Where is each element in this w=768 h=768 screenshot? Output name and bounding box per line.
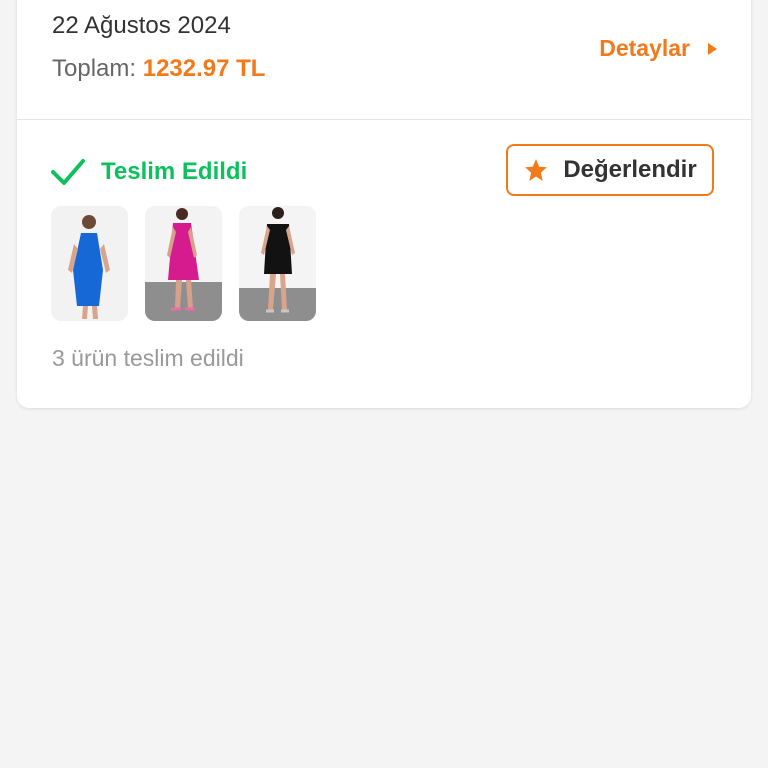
details-link[interactable]: Detaylar [599,35,717,62]
rate-button-label: Değerlendir [563,156,697,183]
order-total: Toplam: 1232.97 TL [52,55,265,83]
caret-right-icon [708,42,717,55]
card-divider [17,119,751,120]
rate-button[interactable]: Değerlendir [506,144,714,196]
product-thumbnail-pink-dress[interactable] [145,206,222,321]
product-thumbnails [51,206,316,321]
details-label: Detaylar [599,35,690,61]
delivered-items-note: 3 ürün teslim edildi [52,345,244,371]
check-icon [51,158,85,186]
order-date: 22 Ağustos 2024 [52,12,231,39]
total-value: 1232.97 TL [142,55,266,82]
star-icon [523,157,549,183]
total-label: Toplam: [52,55,137,82]
delivery-status-label: Teslim Edildi [101,158,248,185]
product-thumbnail-blue-dress[interactable] [51,206,128,321]
product-thumbnail-black-dress[interactable] [239,206,316,321]
delivery-status: Teslim Edildi [51,158,247,186]
order-card: 22 Ağustos 2024 Toplam: 1232.97 TL Detay… [17,0,751,408]
